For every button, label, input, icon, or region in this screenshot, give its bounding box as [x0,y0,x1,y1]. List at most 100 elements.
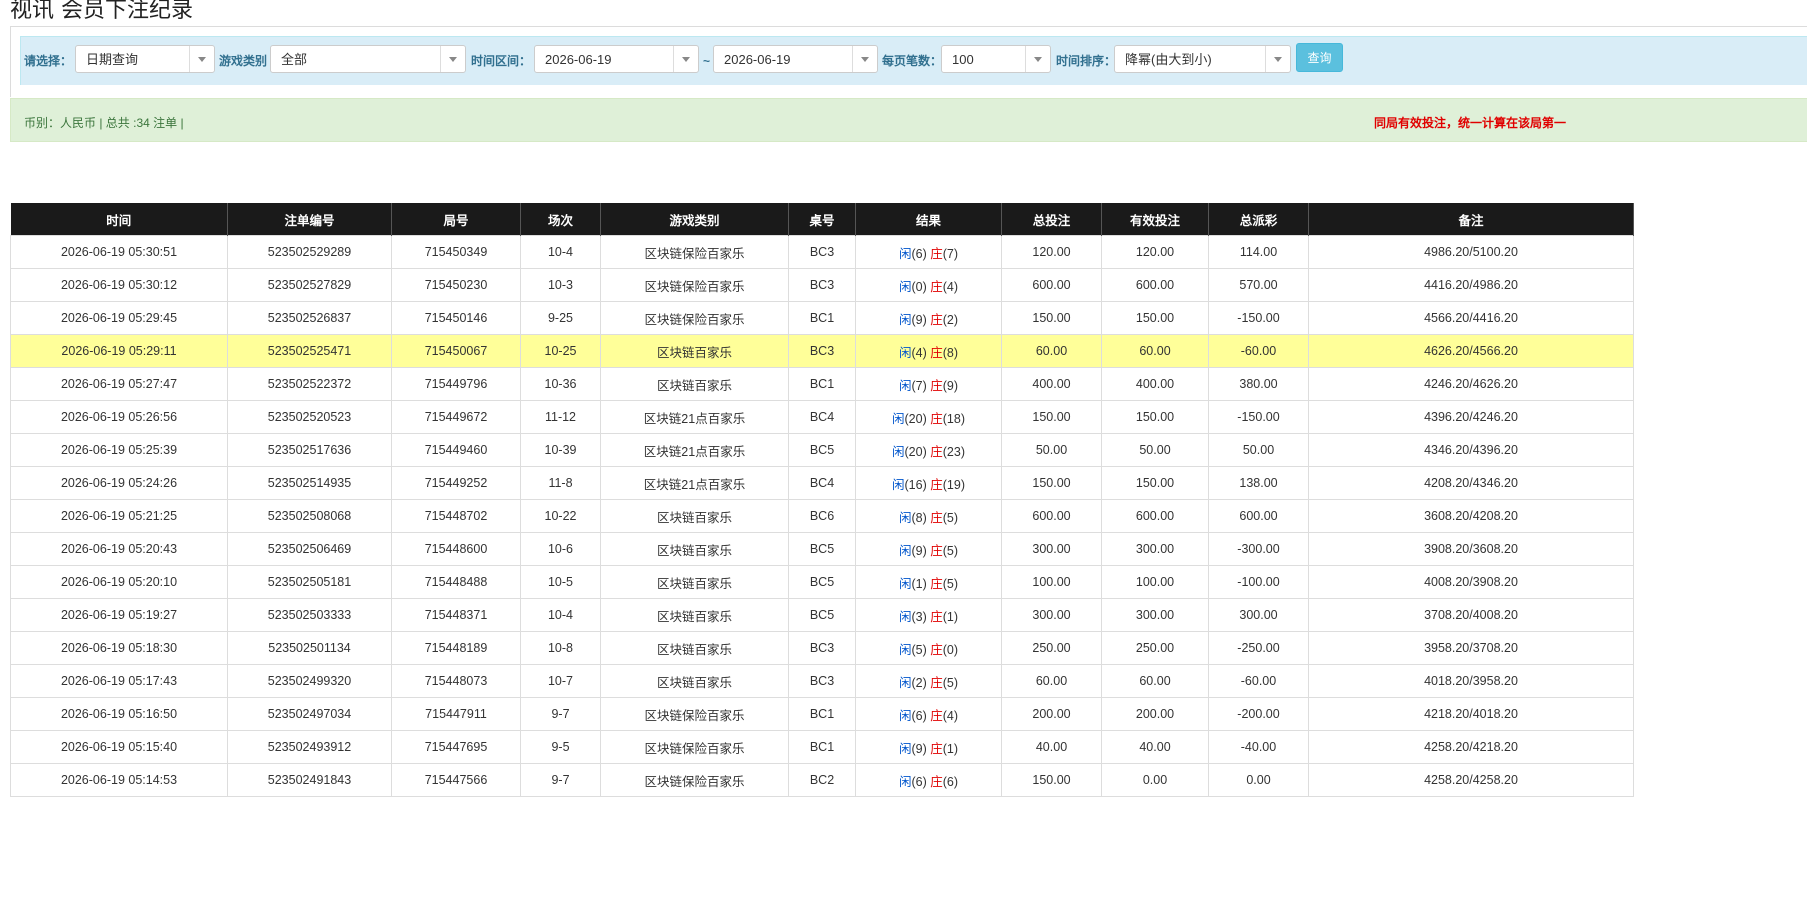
cell-note: 4218.20/4018.20 [1308,697,1634,731]
cell-round: 715449796 [391,367,521,401]
cell-payout: -250.00 [1208,631,1309,665]
header-payout[interactable]: 总派彩 [1208,203,1309,236]
cell-bet-no: 523502525471 [227,334,392,368]
cell-session: 9-5 [520,730,601,764]
table-header-row: 时间 注单编号 局号 场次 游戏类别 桌号 结果 总投注 有效投注 总派彩 备注 [10,203,1634,236]
cell-valid-bet: 0.00 [1101,763,1209,797]
date-from-value: 2026-06-19 [545,52,612,67]
cell-bet-no: 523502514935 [227,466,392,500]
cell-payout: -60.00 [1208,334,1309,368]
table-row: 2026-06-19 05:29:11 523502525471 715450067… [10,334,1634,368]
cell-valid-bet: 150.00 [1101,466,1209,500]
cell-table-no: BC5 [788,565,856,599]
cell-total-bet: 150.00 [1001,763,1102,797]
cell-table-no: BC5 [788,433,856,467]
result-banker-value: (4) [942,708,959,723]
header-total-bet[interactable]: 总投注 [1001,203,1102,236]
header-game-type[interactable]: 游戏类别 [600,203,789,236]
cell-payout: 600.00 [1208,499,1309,533]
cell-result: 闲(6) 庄(6) [855,763,1002,797]
cell-round: 715448073 [391,664,521,698]
cell-round: 715448371 [391,598,521,632]
cell-payout: 570.00 [1208,268,1309,302]
header-table-no[interactable]: 桌号 [788,203,856,236]
cell-game-type: 区块链保险百家乐 [600,235,789,269]
cell-session: 10-4 [520,598,601,632]
cell-result: 闲(6) 庄(7) [855,235,1002,269]
result-player-value: (6) [911,708,927,723]
cell-result: 闲(20) 庄(23) [855,433,1002,467]
table-row: 2026-06-19 05:25:39 523502517636 715449460… [10,433,1634,467]
query-button[interactable]: 查询 [1296,43,1343,72]
cell-note: 4416.20/4986.20 [1308,268,1634,302]
result-player-label: 闲 [898,246,912,261]
game-type-select[interactable]: 全部 [270,45,466,73]
cell-valid-bet: 60.00 [1101,334,1209,368]
cell-result: 闲(16) 庄(19) [855,466,1002,500]
header-round[interactable]: 局号 [391,203,521,236]
cell-result: 闲(6) 庄(4) [855,697,1002,731]
cell-session: 10-8 [520,631,601,665]
bet-records-table: 时间 注单编号 局号 场次 游戏类别 桌号 结果 总投注 有效投注 总派彩 备注… [10,203,1634,797]
result-player-label: 闲 [892,411,905,426]
result-banker-value: (18) [942,411,965,426]
header-time[interactable]: 时间 [10,203,228,236]
per-page-select[interactable]: 100 [941,45,1051,73]
cell-time: 2026-06-19 05:25:39 [10,433,228,467]
cell-round: 715447695 [391,730,521,764]
game-type-value: 全部 [281,52,308,67]
cell-session: 10-4 [520,235,601,269]
result-banker-label: 庄 [930,708,943,723]
cell-payout: -60.00 [1208,664,1309,698]
cell-total-bet: 40.00 [1001,730,1102,764]
cell-table-no: BC3 [788,664,856,698]
result-player-label: 闲 [898,708,912,723]
cell-valid-bet: 600.00 [1101,268,1209,302]
cell-note: 3708.20/4008.20 [1308,598,1634,632]
cell-result: 闲(8) 庄(5) [855,499,1002,533]
header-session[interactable]: 场次 [520,203,601,236]
cell-total-bet: 120.00 [1001,235,1102,269]
sort-select[interactable]: 降幂(由大到小) [1114,45,1291,73]
cell-game-type: 区块链百家乐 [600,598,789,632]
cell-note: 3608.20/4208.20 [1308,499,1634,533]
cell-result: 闲(0) 庄(4) [855,268,1002,302]
result-player-value: (6) [911,246,927,261]
chevron-down-icon [852,46,877,72]
cell-time: 2026-06-19 05:16:50 [10,697,228,731]
header-bet-no[interactable]: 注单编号 [227,203,392,236]
cell-game-type: 区块链百家乐 [600,631,789,665]
cell-session: 10-25 [520,334,601,368]
cell-total-bet: 50.00 [1001,433,1102,467]
header-valid-bet[interactable]: 有效投注 [1101,203,1209,236]
result-player-label: 闲 [898,642,912,657]
cell-result: 闲(2) 庄(5) [855,664,1002,698]
date-to-select[interactable]: 2026-06-19 [713,45,878,73]
header-note[interactable]: 备注 [1308,203,1634,236]
cell-total-bet: 250.00 [1001,631,1102,665]
cell-bet-no: 523502505181 [227,565,392,599]
date-from-select[interactable]: 2026-06-19 [534,45,699,73]
cell-payout: -150.00 [1208,400,1309,434]
result-player-value: (16) [904,477,927,492]
cell-note: 4346.20/4396.20 [1308,433,1634,467]
cell-payout: 50.00 [1208,433,1309,467]
game-type-label: 游戏类别 [219,54,268,68]
result-player-label: 闲 [898,378,912,393]
table-row: 2026-06-19 05:20:43 523502506469 715448600… [10,532,1634,566]
cell-payout: -300.00 [1208,532,1309,566]
cell-result: 闲(20) 庄(18) [855,400,1002,434]
result-banker-value: (2) [942,312,959,327]
query-type-value: 日期查询 [86,52,139,67]
cell-payout: 114.00 [1208,235,1309,269]
result-player-value: (1) [911,576,927,591]
table-row: 2026-06-19 05:26:56 523502520523 715449672… [10,400,1634,434]
result-banker-label: 庄 [930,444,943,459]
query-type-select[interactable]: 日期查询 [75,45,215,73]
result-banker-value: (5) [942,543,959,558]
header-result[interactable]: 结果 [855,203,1002,236]
cell-total-bet: 100.00 [1001,565,1102,599]
cell-time: 2026-06-19 05:15:40 [10,730,228,764]
cell-game-type: 区块链百家乐 [600,499,789,533]
cell-round: 715450230 [391,268,521,302]
